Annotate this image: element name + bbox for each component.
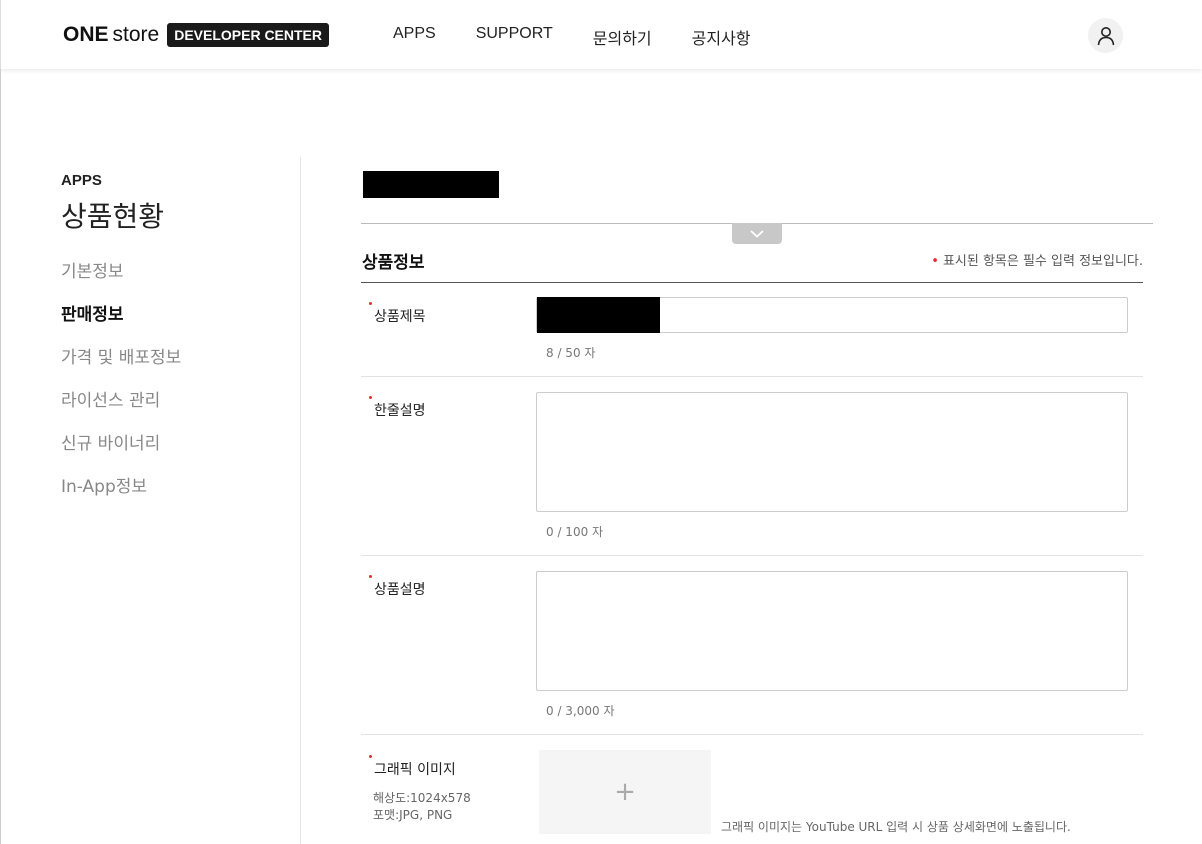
main-nav: APPS SUPPORT 문의하기 공지사항: [393, 25, 791, 49]
row-divider: [361, 555, 1143, 556]
row-divider: [361, 734, 1143, 735]
sidebar-divider: [300, 157, 301, 844]
section-divider: [361, 282, 1143, 283]
product-desc-textarea[interactable]: [536, 571, 1128, 691]
graphic-image-note: 그래픽 이미지는 YouTube URL 입력 시 상품 상세화면에 노출됩니다…: [721, 820, 1071, 834]
onestore-logo[interactable]: ONE store DEVELOPER CENTER: [63, 22, 330, 48]
chevron-down-icon: [750, 229, 764, 238]
required-dot: [369, 575, 372, 578]
one-line-desc-counter: 0 / 100 자: [546, 525, 604, 539]
required-dot: •: [931, 254, 939, 269]
graphic-image-upload-button[interactable]: +: [539, 750, 711, 834]
one-line-desc-textarea[interactable]: [536, 392, 1128, 512]
collapse-toggle-button[interactable]: [732, 223, 782, 244]
sidebar-item-sales-info[interactable]: 판매정보: [61, 304, 301, 347]
product-desc-counter: 0 / 3,000 자: [546, 704, 615, 718]
top-header: ONE store DEVELOPER CENTER APPS SUPPORT …: [0, 0, 1202, 69]
redacted-app-name: [363, 171, 499, 198]
product-desc-label: 상품설명: [374, 582, 426, 598]
sidebar-menu: 기본정보 판매정보 가격 및 배포정보 라이선스 관리 신규 바이너리 In-A…: [61, 261, 301, 519]
graphic-image-resolution: 해상도:1024x578: [373, 791, 471, 805]
page-left-border: [0, 69, 1, 844]
redacted-product-title: [537, 297, 660, 333]
developer-center-badge: DEVELOPER CENTER: [167, 23, 330, 47]
one-line-desc-label: 한줄설명: [374, 403, 426, 419]
required-dot: [369, 755, 372, 758]
nav-notice[interactable]: 공지사항: [692, 25, 751, 49]
required-note: • 표시된 항목은 필수 입력 정보입니다.: [931, 250, 1143, 269]
sidebar-item-in-app[interactable]: In-App정보: [61, 476, 301, 519]
product-title-counter: 8 / 50 자: [546, 346, 596, 360]
sidebar-item-basic-info[interactable]: 기본정보: [61, 261, 301, 304]
logo-store-text: store: [112, 23, 160, 46]
section-title: 상품정보: [362, 253, 425, 273]
plus-icon: +: [614, 777, 636, 807]
sidebar-item-license[interactable]: 라이선스 관리: [61, 390, 301, 433]
logo-one-text: ONE: [63, 23, 109, 46]
sidebar-section-label: APPS: [61, 172, 102, 189]
nav-inquiry[interactable]: 문의하기: [593, 25, 652, 49]
product-title-label: 상품제목: [374, 309, 426, 325]
required-dot: [369, 396, 372, 399]
graphic-image-label: 그래픽 이미지: [374, 762, 456, 778]
graphic-image-format: 포맷:JPG, PNG: [373, 808, 453, 822]
required-note-text: 표시된 항목은 필수 입력 정보입니다.: [942, 254, 1143, 269]
sidebar-title: 상품현황: [61, 200, 165, 233]
sidebar-item-price-distribution[interactable]: 가격 및 배포정보: [61, 347, 301, 390]
nav-apps[interactable]: APPS: [393, 25, 436, 49]
user-menu-button[interactable]: [1088, 18, 1123, 53]
required-dot: [369, 302, 372, 305]
user-icon: [1097, 26, 1114, 45]
sidebar-item-new-binary[interactable]: 신규 바이너리: [61, 433, 301, 476]
row-divider: [361, 376, 1143, 377]
sidebar: APPS 상품현황 기본정보 판매정보 가격 및 배포정보 라이선스 관리 신규…: [61, 172, 301, 519]
nav-support[interactable]: SUPPORT: [476, 25, 553, 49]
